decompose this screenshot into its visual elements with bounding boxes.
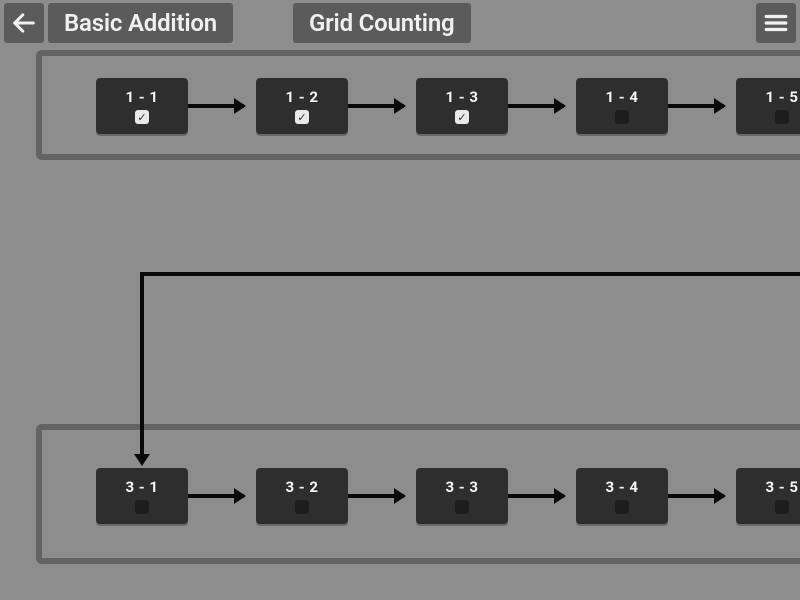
level-label: 3 - 5 [765, 478, 798, 496]
level-label: 3 - 2 [285, 478, 318, 496]
level-node-3-2[interactable]: 3 - 2 [256, 468, 348, 524]
level-label: 1 - 3 [445, 88, 478, 106]
unchecked-box-icon [135, 500, 149, 514]
hamburger-icon [763, 10, 789, 36]
breadcrumb-parent[interactable]: Basic Addition [48, 3, 233, 43]
level-node-1-2[interactable]: 1 - 2 ✓ [256, 78, 348, 134]
unchecked-box-icon [295, 500, 309, 514]
level-label: 3 - 3 [445, 478, 478, 496]
connector-arrow [668, 494, 724, 498]
unchecked-box-icon [455, 500, 469, 514]
arrow-left-icon [10, 9, 38, 37]
level-node-1-3[interactable]: 1 - 3 ✓ [416, 78, 508, 134]
unchecked-box-icon [615, 110, 629, 124]
checkmark-icon: ✓ [295, 110, 309, 124]
level-label: 1 - 5 [765, 88, 798, 106]
level-label: 3 - 4 [605, 478, 638, 496]
connector-arrow [668, 104, 724, 108]
header: Basic Addition Grid Counting [0, 0, 800, 46]
connector-arrow [508, 494, 564, 498]
level-node-1-5[interactable]: 1 - 5 [736, 78, 800, 134]
level-node-3-3[interactable]: 3 - 3 [416, 468, 508, 524]
connector-line [140, 272, 800, 276]
level-node-3-4[interactable]: 3 - 4 [576, 468, 668, 524]
breadcrumb-current[interactable]: Grid Counting [293, 3, 471, 43]
checkmark-icon: ✓ [135, 110, 149, 124]
connector-arrow [508, 104, 564, 108]
level-label: 1 - 1 [125, 88, 158, 106]
unchecked-box-icon [615, 500, 629, 514]
level-label: 1 - 4 [605, 88, 638, 106]
level-node-3-5[interactable]: 3 - 5 [736, 468, 800, 524]
level-node-3-1[interactable]: 3 - 1 [96, 468, 188, 524]
level-node-1-4[interactable]: 1 - 4 [576, 78, 668, 134]
connector-arrow [348, 494, 404, 498]
connector-arrow [188, 104, 244, 108]
menu-button[interactable] [756, 3, 796, 43]
unchecked-box-icon [775, 110, 789, 124]
unchecked-box-icon [775, 500, 789, 514]
level-label: 1 - 2 [285, 88, 318, 106]
connector-arrow [348, 104, 404, 108]
checkmark-icon: ✓ [455, 110, 469, 124]
connector-arrow [188, 494, 244, 498]
connector-line [140, 272, 144, 456]
level-map-stage: 1 - 1 ✓ 1 - 2 ✓ 1 - 3 ✓ 1 - 4 1 - 5 3 - … [0, 0, 800, 600]
level-label: 3 - 1 [125, 478, 158, 496]
connector-arrow-down [134, 454, 150, 466]
back-button[interactable] [4, 3, 44, 43]
level-node-1-1[interactable]: 1 - 1 ✓ [96, 78, 188, 134]
